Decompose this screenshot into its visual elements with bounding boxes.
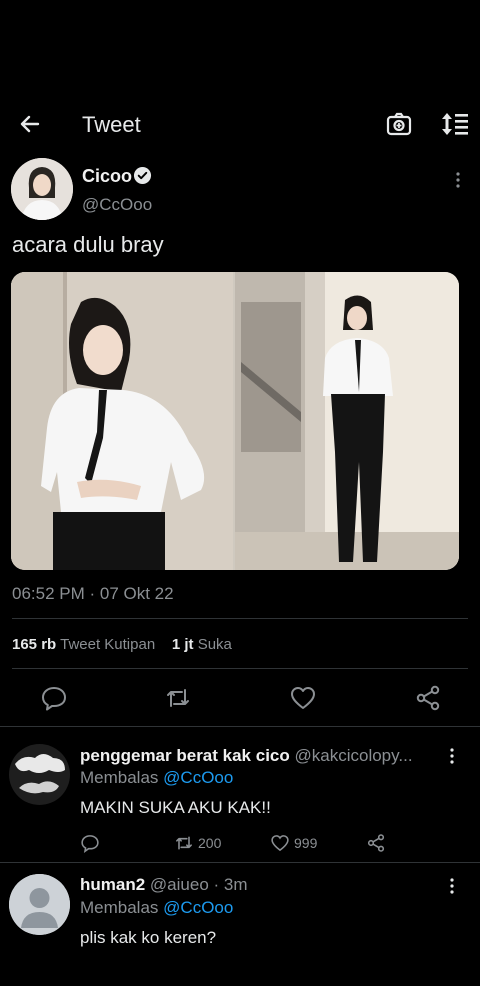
reply-item[interactable]: penggemar berat kak cico @kakcicolopy...… bbox=[0, 740, 480, 862]
divider bbox=[0, 862, 480, 863]
replying-mention[interactable]: @CcOoo bbox=[163, 898, 233, 917]
tweet-timestamp: 06:52 PM · 07 Okt 22 bbox=[12, 584, 174, 603]
reply-icon[interactable] bbox=[40, 684, 68, 712]
retweet-icon bbox=[176, 836, 192, 850]
quote-count: 165 rb bbox=[12, 636, 57, 653]
more-vertical-icon[interactable] bbox=[446, 746, 458, 766]
camera-icon[interactable] bbox=[386, 111, 412, 137]
like-count: 1 jt bbox=[171, 636, 194, 653]
replying-to: Membalas @CcOoo bbox=[80, 768, 233, 788]
tweet-action-bar bbox=[0, 680, 480, 720]
reply-icon bbox=[81, 835, 99, 853]
like-label: Suka bbox=[197, 636, 232, 653]
author-avatar[interactable] bbox=[11, 158, 73, 220]
share-icon bbox=[367, 834, 385, 852]
reply-like-count: 999 bbox=[294, 835, 318, 851]
reply-author-name[interactable]: human2 bbox=[80, 875, 145, 894]
reply-retweet-button[interactable]: 200 bbox=[174, 832, 221, 854]
reply-retweet-count: 200 bbox=[198, 835, 222, 851]
divider bbox=[12, 618, 468, 619]
reply-header: human2 @aiueo · 3m bbox=[80, 875, 248, 895]
like-icon[interactable] bbox=[289, 684, 317, 712]
reply-share-button[interactable] bbox=[366, 832, 386, 854]
more-vertical-icon[interactable] bbox=[452, 170, 464, 190]
reply-author-handle: @aiueo · 3m bbox=[149, 875, 248, 894]
replying-prefix: Membalas bbox=[80, 898, 159, 917]
like-stat[interactable]: 1 jt Suka bbox=[172, 636, 232, 653]
tweet-photo[interactable] bbox=[11, 272, 459, 570]
reply-like-button[interactable]: 999 bbox=[270, 832, 317, 854]
author-handle: @CcOoo bbox=[82, 195, 153, 214]
top-app-bar: Tweet bbox=[0, 100, 480, 148]
quote-stat[interactable]: 165 rb Tweet Kutipan bbox=[12, 636, 155, 653]
reply-avatar[interactable] bbox=[9, 744, 70, 805]
retweet-icon[interactable] bbox=[164, 684, 192, 712]
reply-avatar[interactable] bbox=[9, 874, 70, 935]
back-arrow-icon[interactable] bbox=[18, 112, 42, 136]
like-icon bbox=[271, 835, 289, 852]
replying-prefix: Membalas bbox=[80, 768, 159, 787]
verified-badge-icon bbox=[133, 166, 152, 185]
reply-item[interactable]: human2 @aiueo · 3m Membalas @CcOoo plis … bbox=[0, 872, 480, 952]
tweet-stats: 165 rb Tweet Kutipan 1 jt Suka bbox=[12, 636, 232, 653]
share-icon[interactable] bbox=[414, 684, 442, 712]
page-title: Tweet bbox=[82, 112, 141, 137]
more-vertical-icon[interactable] bbox=[446, 876, 458, 896]
tweet-author: Cicoo @CcOoo bbox=[0, 158, 480, 222]
divider bbox=[12, 668, 468, 669]
sort-icon[interactable] bbox=[440, 111, 470, 137]
replying-mention[interactable]: @CcOoo bbox=[163, 768, 233, 787]
reply-author-handle: @kakcicolopy... bbox=[294, 746, 413, 765]
reply-reply-button[interactable] bbox=[80, 832, 100, 854]
replying-to: Membalas @CcOoo bbox=[80, 898, 233, 918]
quote-label: Tweet Kutipan bbox=[60, 636, 156, 653]
reply-header: penggemar berat kak cico @kakcicolopy... bbox=[80, 746, 413, 766]
reply-text: MAKIN SUKA AKU KAK!! bbox=[80, 798, 271, 817]
reply-text: plis kak ko keren? bbox=[80, 928, 217, 947]
divider bbox=[0, 726, 480, 727]
author-name[interactable]: Cicoo bbox=[82, 166, 132, 187]
tweet-text: acara dulu bray bbox=[12, 232, 164, 257]
reply-author-name[interactable]: penggemar berat kak cico bbox=[80, 746, 290, 765]
reply-action-bar: 200 999 bbox=[80, 832, 460, 854]
